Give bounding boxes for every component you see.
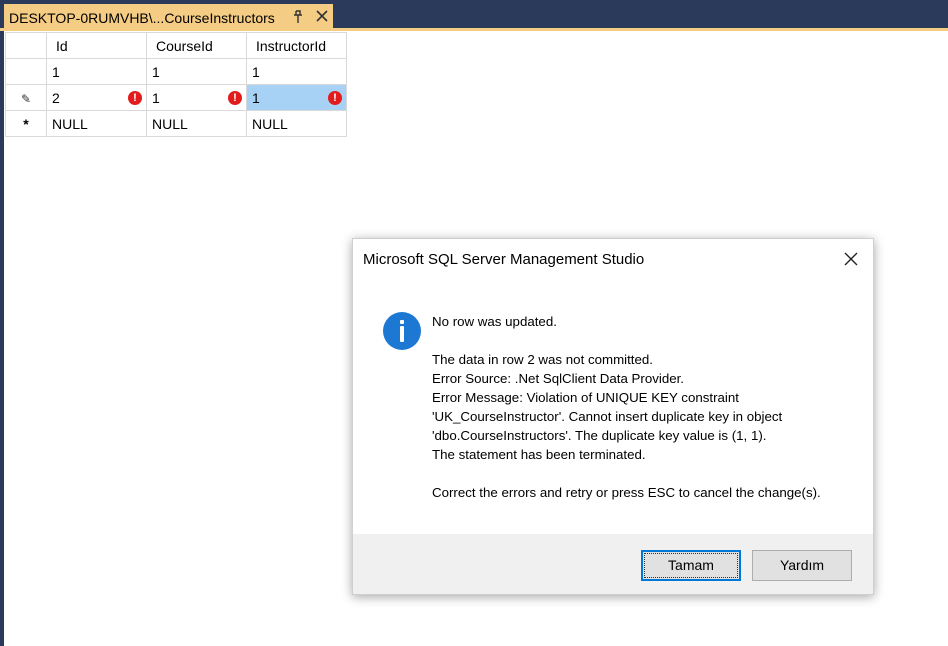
message-line: 'dbo.CourseInstructors'. The duplicate k… [432,428,767,443]
help-button[interactable]: Yardım [752,550,852,581]
document-tab-strip: DESKTOP-0RUMVHB\...CourseInstructors [0,0,948,31]
row-selector-header[interactable] [5,32,47,59]
dialog-title: Microsoft SQL Server Management Studio [363,251,645,268]
message-line: The statement has been terminated. [432,447,646,462]
grid-header-row: Id CourseId InstructorId [5,32,347,59]
help-button-label: Yardım [779,557,825,573]
grid-cell-selected[interactable]: 1 ! [246,84,347,111]
message-line: Error Message: Violation of UNIQUE KEY c… [432,390,739,405]
grid-cell[interactable]: NULL [146,110,247,137]
column-header-courseid[interactable]: CourseId [146,32,247,59]
grid-cell[interactable]: 2 ! [46,84,147,111]
dialog-footer: Tamam Yardım [353,534,873,594]
row-selector[interactable] [5,58,47,85]
dialog-message: No row was updated. The data in row 2 wa… [432,312,852,502]
grid-cell[interactable]: NULL [46,110,147,137]
table-row: ✎ 2 ! 1 ! 1 ! [5,84,347,111]
close-icon[interactable] [843,251,859,267]
row-selector[interactable]: ✎ [5,84,47,111]
document-tab[interactable]: DESKTOP-0RUMVHB\...CourseInstructors [4,4,333,31]
message-line: The data in row 2 was not committed. [432,352,653,367]
ok-button[interactable]: Tamam [641,550,741,581]
message-line: 'UK_CourseInstructor'. Cannot insert dup… [432,409,783,424]
error-icon[interactable]: ! [328,91,342,105]
message-line: Correct the errors and retry or press ES… [432,485,821,500]
error-icon[interactable]: ! [128,91,142,105]
message-line: No row was updated. [432,314,557,329]
left-edge-chrome [0,31,4,646]
table-row: 1 1 1 [5,58,347,85]
error-dialog: Microsoft SQL Server Management Studio N… [352,238,874,595]
grid-cell-value: 1 [152,89,160,106]
grid-cell[interactable]: 1 [46,58,147,85]
close-icon[interactable] [315,9,329,23]
column-header-instructorid[interactable]: InstructorId [246,32,347,59]
message-line: Error Source: .Net SqlClient Data Provid… [432,371,685,386]
grid-cell[interactable]: 1 [146,58,247,85]
new-row-icon: * [23,115,29,132]
results-grid: Id CourseId InstructorId 1 1 1 ✎ 2 ! 1 !… [5,32,347,137]
info-icon [383,312,421,350]
error-icon[interactable]: ! [228,91,242,105]
column-header-id[interactable]: Id [46,32,147,59]
row-selector[interactable]: * [5,110,47,137]
grid-cell[interactable]: 1 [246,58,347,85]
edit-pencil-icon: ✎ [20,91,32,106]
document-tab-title: DESKTOP-0RUMVHB\...CourseInstructors [9,9,275,26]
grid-cell-value: 2 [52,89,60,106]
table-row: * NULL NULL NULL [5,110,347,137]
grid-cell[interactable]: NULL [246,110,347,137]
pin-icon[interactable] [292,10,304,24]
grid-cell-value: 1 [252,89,260,106]
grid-cell[interactable]: 1 ! [146,84,247,111]
